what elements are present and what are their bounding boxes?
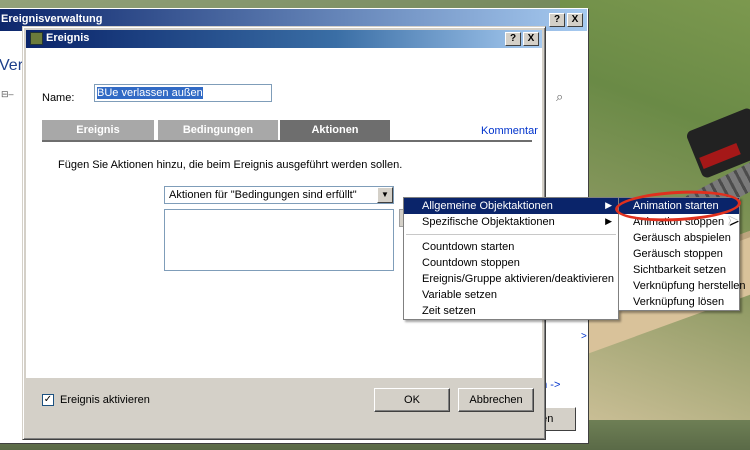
tab-aktionen[interactable]: Aktionen [280, 120, 390, 140]
name-label: Name: [42, 92, 75, 104]
actions-hint-text: Fügen Sie Aktionen hinzu, die beim Ereig… [58, 159, 403, 171]
event-manager-title: Ereignisverwaltung [1, 13, 103, 25]
help-button[interactable]: ? [549, 13, 565, 27]
event-manager-small-link[interactable]: > [581, 331, 587, 342]
dialog-title-buttons: ? X [505, 32, 539, 46]
action-condition-select[interactable]: Aktionen für "Bedingungen sind erfüllt" … [164, 186, 394, 204]
tab-ereignis[interactable]: Ereignis [42, 120, 154, 140]
submenu-item-sound-play[interactable]: Geräusch abspielen [619, 230, 739, 246]
mouse-cursor-icon: ➤ [727, 212, 739, 228]
menu-item-toggle-event-group[interactable]: Ereignis/Gruppe aktivieren/deaktivieren [404, 271, 618, 287]
name-input-value: BUe verlassen außen [97, 87, 203, 99]
submenu-item-sound-stop[interactable]: Geräusch stoppen [619, 246, 739, 262]
submenu-item-set-visibility[interactable]: Sichtbarkeit setzen [619, 262, 739, 278]
menu-item-set-variable[interactable]: Variable setzen [404, 287, 618, 303]
dialog-titlebar: Ereignis ? X [26, 30, 542, 48]
menu-item-label: Allgemeine Objektaktionen [422, 200, 553, 212]
menu-item-label: Spezifische Objektaktionen [422, 216, 555, 228]
ok-button[interactable]: OK [374, 388, 450, 412]
kommentar-link[interactable]: Kommentar [481, 125, 538, 137]
dialog-help-button[interactable]: ? [505, 32, 521, 46]
menu-separator [406, 234, 616, 235]
enable-event-checkbox[interactable]: ✓ [42, 394, 54, 406]
menu-item-set-time[interactable]: Zeit setzen [404, 303, 618, 319]
enable-event-row[interactable]: ✓ Ereignis aktivieren [42, 394, 150, 406]
close-button[interactable]: X [567, 13, 583, 27]
action-context-menu: Allgemeine Objektaktionen ▶ Spezifische … [403, 197, 619, 320]
tab-underline [42, 140, 532, 142]
menu-item-countdown-stop[interactable]: Countdown stoppen [404, 255, 618, 271]
actions-list[interactable] [164, 209, 394, 271]
menu-item-specific-object-actions[interactable]: Spezifische Objektaktionen ▶ [404, 214, 618, 230]
chevron-down-icon[interactable]: ▼ [377, 187, 393, 203]
submenu-arrow-icon: ▶ [605, 216, 612, 226]
dialog-title: Ereignis [46, 32, 90, 44]
name-input[interactable]: BUe verlassen außen [94, 84, 272, 102]
cancel-button[interactable]: Abbrechen [458, 388, 534, 412]
tree-expander-icon[interactable]: ⊟– [1, 89, 23, 119]
tab-bedingungen[interactable]: Bedingungen [158, 120, 278, 140]
search-icon[interactable]: ⌕ [556, 89, 563, 105]
submenu-item-remove-link[interactable]: Verknüpfung lösen [619, 294, 739, 310]
menu-item-general-object-actions[interactable]: Allgemeine Objektaktionen ▶ [404, 198, 618, 214]
enable-event-label: Ereignis aktivieren [60, 394, 150, 406]
action-condition-select-value: Aktionen für "Bedingungen sind erfüllt" [169, 189, 357, 201]
app-icon [30, 32, 43, 45]
dialog-close-button[interactable]: X [523, 32, 539, 46]
event-manager-title-buttons: ? X [549, 13, 583, 27]
submenu-item-create-link[interactable]: Verknüpfung herstellen [619, 278, 746, 294]
submenu-arrow-icon: ▶ [605, 200, 612, 210]
menu-item-countdown-start[interactable]: Countdown starten [404, 239, 618, 255]
